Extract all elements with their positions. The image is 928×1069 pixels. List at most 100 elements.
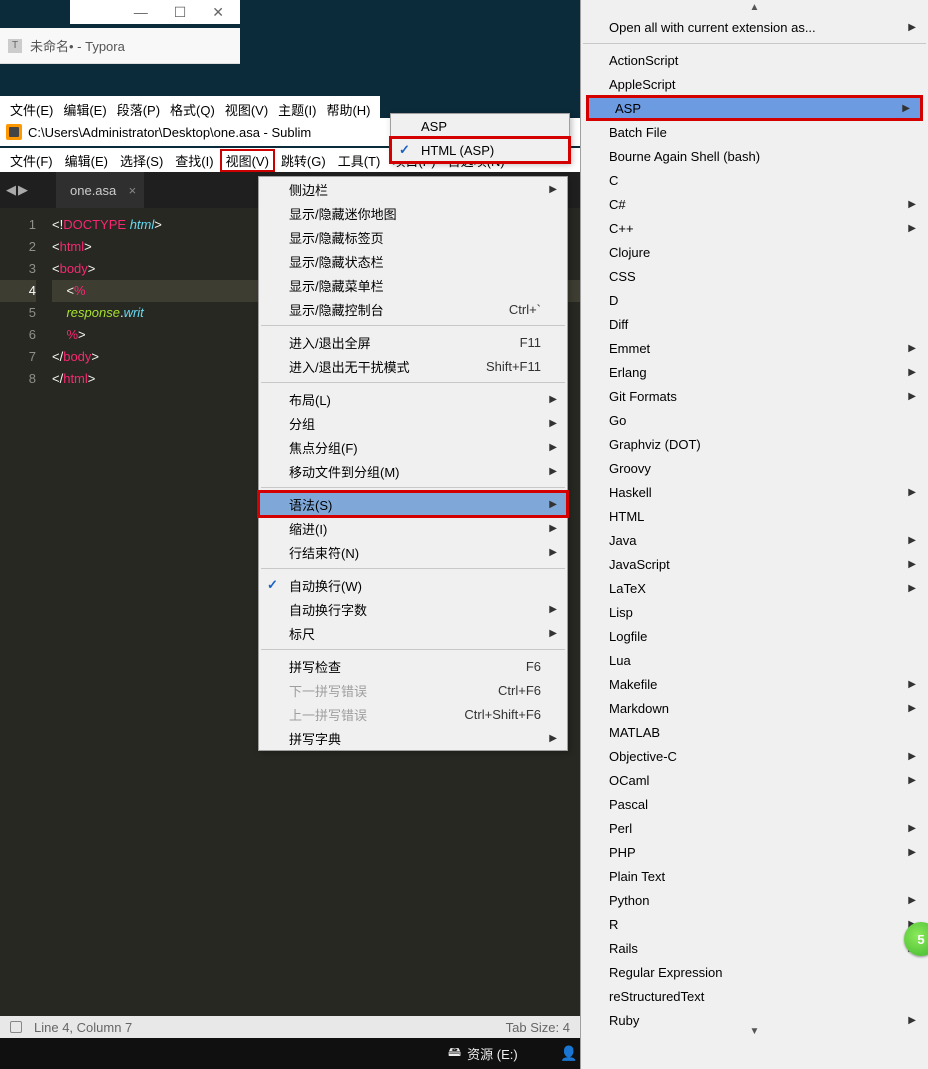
- syntax-label: Graphviz (DOT): [609, 437, 701, 452]
- scroll-down-icon[interactable]: ▼: [581, 1024, 928, 1039]
- syntax-item[interactable]: D: [581, 288, 928, 312]
- syntax-item[interactable]: MATLAB: [581, 720, 928, 744]
- syntax-open-all[interactable]: Open all with current extension as... ▶: [581, 15, 928, 39]
- syntax-label: C++: [609, 221, 634, 236]
- syntax-item[interactable]: Lisp: [581, 600, 928, 624]
- view-menu-item[interactable]: 显示/隐藏迷你地图: [259, 201, 567, 225]
- chevron-right-icon: ▶: [908, 487, 916, 498]
- syntax-item[interactable]: HTML: [581, 504, 928, 528]
- syntax-item[interactable]: Git Formats▶: [581, 384, 928, 408]
- sublime-menu-item[interactable]: 选择(S): [114, 149, 169, 172]
- syntax-item[interactable]: Haskell ▶: [581, 480, 928, 504]
- menu-label: 拼写字典: [289, 729, 341, 748]
- view-menu-item[interactable]: 标尺▶: [259, 621, 567, 645]
- syntax-item[interactable]: Batch File: [581, 120, 928, 144]
- syntax-item[interactable]: OCaml▶: [581, 768, 928, 792]
- asp-submenu[interactable]: ASP✓HTML (ASP): [390, 113, 570, 163]
- maximize-button[interactable]: ☐: [174, 4, 187, 21]
- sublime-menu-item[interactable]: 编辑(E): [59, 149, 114, 172]
- view-menu-item[interactable]: 语法(S)▶: [259, 492, 567, 516]
- syntax-item[interactable]: reStructuredText: [581, 984, 928, 1008]
- syntax-item[interactable]: Groovy: [581, 456, 928, 480]
- syntax-item[interactable]: C#▶: [581, 192, 928, 216]
- sublime-menu-item[interactable]: 文件(F): [4, 149, 59, 172]
- view-menu-item[interactable]: 布局(L)▶: [259, 387, 567, 411]
- view-submenu[interactable]: 侧边栏▶ 显示/隐藏迷你地图显示/隐藏标签页显示/隐藏状态栏显示/隐藏菜单栏显示/…: [258, 176, 568, 751]
- view-menu-item[interactable]: 显示/隐藏状态栏: [259, 249, 567, 273]
- drive-label: 资源 (E:): [467, 1044, 518, 1063]
- syntax-item[interactable]: Plain Text: [581, 864, 928, 888]
- syntax-item[interactable]: CSS: [581, 264, 928, 288]
- syntax-item[interactable]: Clojure: [581, 240, 928, 264]
- syntax-item[interactable]: Perl▶: [581, 816, 928, 840]
- user-icon[interactable]: 👤: [560, 1045, 577, 1062]
- syntax-item[interactable]: Regular Expression: [581, 960, 928, 984]
- view-menu-item[interactable]: 显示/隐藏标签页: [259, 225, 567, 249]
- view-menu-item[interactable]: 焦点分组(F)▶: [259, 435, 567, 459]
- menu-label: 上一拼写错误: [289, 705, 367, 724]
- tab-nav[interactable]: ◀▶: [0, 182, 34, 198]
- close-button[interactable]: ✕: [212, 4, 224, 21]
- sublime-menu-item[interactable]: 查找(I): [169, 149, 219, 172]
- syntax-item[interactable]: R▶: [581, 912, 928, 936]
- shortcut: F11: [520, 335, 541, 350]
- view-menu-item[interactable]: 自动换行字数▶: [259, 597, 567, 621]
- view-menu-item[interactable]: 移动文件到分组(M)▶: [259, 459, 567, 483]
- view-menu-item[interactable]: 缩进(I)▶: [259, 516, 567, 540]
- view-menu-item[interactable]: 显示/隐藏菜单栏: [259, 273, 567, 297]
- syntax-label: ActionScript: [609, 53, 678, 68]
- asp-menu-item[interactable]: ✓HTML (ASP): [391, 138, 569, 162]
- syntax-item[interactable]: JavaScript▶: [581, 552, 928, 576]
- syntax-item[interactable]: Python▶: [581, 888, 928, 912]
- chevron-right-icon: ▶: [908, 22, 916, 33]
- syntax-item[interactable]: Go: [581, 408, 928, 432]
- syntax-item[interactable]: Erlang▶: [581, 360, 928, 384]
- syntax-item[interactable]: Diff: [581, 312, 928, 336]
- scroll-up-icon[interactable]: ▲: [581, 0, 928, 15]
- syntax-item[interactable]: ActionScript: [581, 48, 928, 72]
- view-menu-item[interactable]: 拼写字典▶: [259, 726, 567, 750]
- syntax-item[interactable]: Rails▶: [581, 936, 928, 960]
- view-menu-item[interactable]: 行结束符(N)▶: [259, 540, 567, 564]
- sublime-menu-item[interactable]: 跳转(G): [275, 149, 332, 172]
- menu-label: 缩进(I): [289, 519, 327, 538]
- view-menu-item[interactable]: 分组▶: [259, 411, 567, 435]
- view-menu-item[interactable]: ✓自动换行(W): [259, 573, 567, 597]
- syntax-item[interactable]: AppleScript: [581, 72, 928, 96]
- syntax-item[interactable]: Logfile: [581, 624, 928, 648]
- taskbar-drive[interactable]: 🖴 资源 (E:): [448, 1043, 518, 1065]
- syntax-item[interactable]: ASP▶: [587, 96, 922, 120]
- syntax-item[interactable]: Graphviz (DOT): [581, 432, 928, 456]
- view-menu-item[interactable]: 侧边栏▶: [259, 177, 567, 201]
- syntax-item[interactable]: Makefile▶: [581, 672, 928, 696]
- chevron-right-icon: ▶: [908, 367, 916, 378]
- syntax-item[interactable]: Java▶: [581, 528, 928, 552]
- syntax-item[interactable]: Objective-C▶: [581, 744, 928, 768]
- view-menu-item[interactable]: 拼写检查F6: [259, 654, 567, 678]
- syntax-label: Markdown: [609, 701, 669, 716]
- syntax-item[interactable]: Markdown▶: [581, 696, 928, 720]
- syntax-item[interactable]: C: [581, 168, 928, 192]
- view-menu-item[interactable]: 进入/退出无干扰模式Shift+F11: [259, 354, 567, 378]
- syntax-item[interactable]: PHP▶: [581, 840, 928, 864]
- view-menu-item[interactable]: 进入/退出全屏F11: [259, 330, 567, 354]
- tab-close-icon[interactable]: ×: [129, 183, 137, 198]
- syntax-item[interactable]: LaTeX▶: [581, 576, 928, 600]
- syntax-item[interactable]: Lua: [581, 648, 928, 672]
- view-menu-item[interactable]: 显示/隐藏控制台Ctrl+`: [259, 297, 567, 321]
- syntax-item[interactable]: Pascal: [581, 792, 928, 816]
- line-number: 1: [0, 214, 36, 236]
- asp-menu-item[interactable]: ASP: [391, 114, 569, 138]
- syntax-label: MATLAB: [609, 725, 660, 740]
- syntax-item[interactable]: Emmet▶: [581, 336, 928, 360]
- minimize-button[interactable]: —: [134, 4, 148, 20]
- sublime-menu-item[interactable]: 视图(V): [220, 149, 275, 172]
- syntax-label: Haskell: [609, 485, 652, 500]
- status-right[interactable]: Tab Size: 4: [506, 1020, 570, 1035]
- syntax-item[interactable]: C++▶: [581, 216, 928, 240]
- tab-one-asa[interactable]: one.asa ×: [56, 172, 144, 208]
- syntax-item[interactable]: Bourne Again Shell (bash): [581, 144, 928, 168]
- menu-label: 显示/隐藏迷你地图: [289, 204, 397, 223]
- sublime-menu-item[interactable]: 工具(T): [332, 149, 387, 172]
- syntax-menu[interactable]: ▲ Open all with current extension as... …: [580, 0, 928, 1069]
